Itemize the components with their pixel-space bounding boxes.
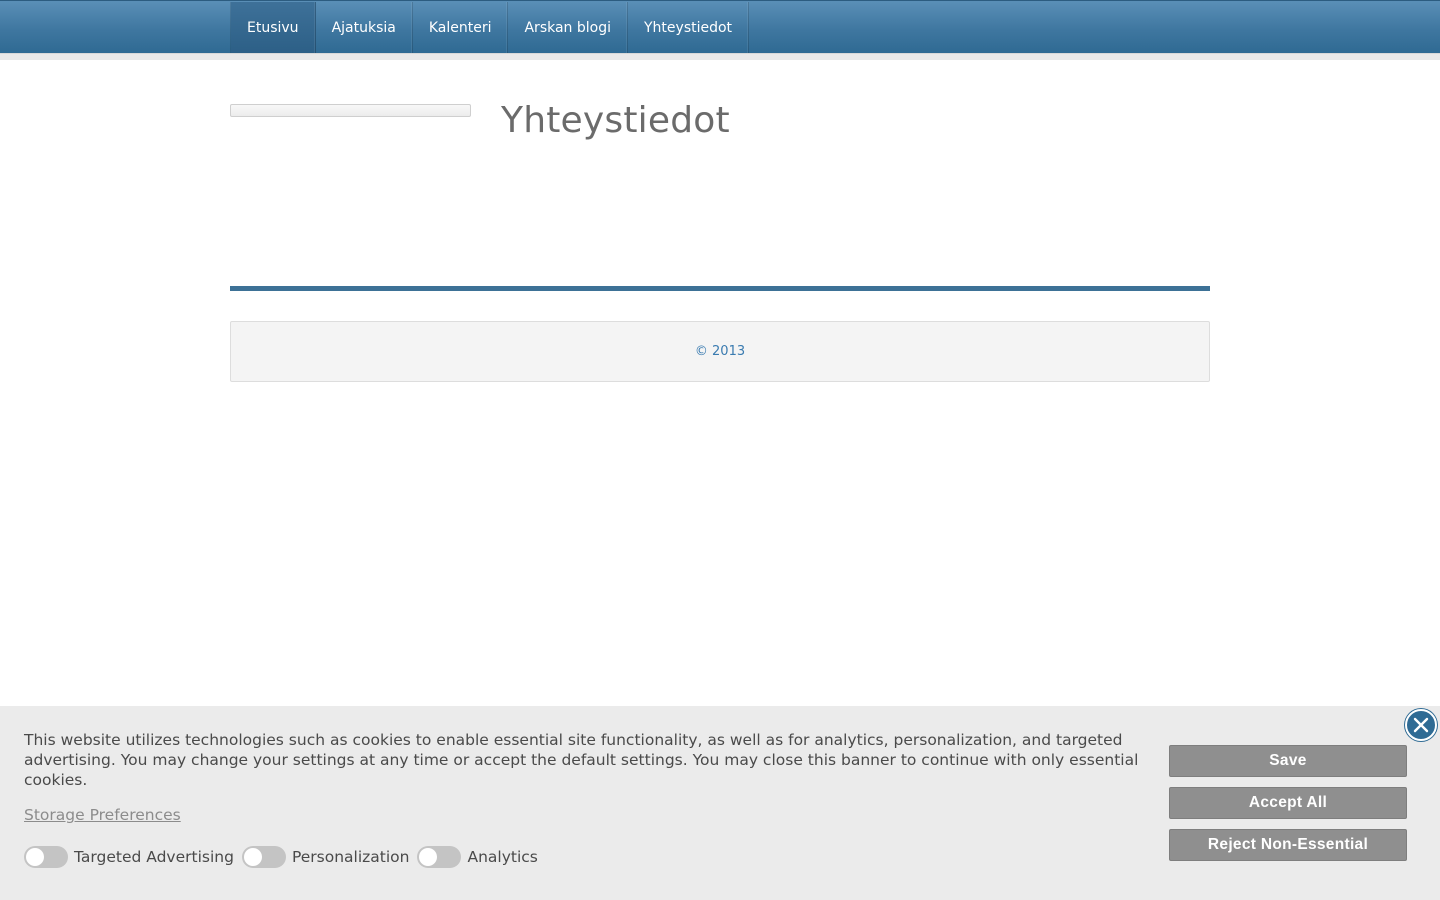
cookie-banner-text: This website utilizes technologies such … (24, 731, 1139, 789)
toggle-personalization[interactable]: Personalization (241, 846, 410, 868)
toggle-label: Personalization (291, 848, 410, 866)
cookie-toggles: Targeted Advertising Personalization Ana… (24, 845, 546, 869)
accept-all-button[interactable]: Accept All (1169, 787, 1407, 819)
save-button[interactable]: Save (1169, 745, 1407, 777)
storage-preferences-link[interactable]: Storage Preferences (24, 806, 181, 824)
nav-item-yhteystiedot[interactable]: Yhteystiedot (628, 2, 750, 54)
nav-item-ajatuksia[interactable]: Ajatuksia (316, 2, 413, 54)
targeted-advertising-switch[interactable] (24, 846, 68, 868)
top-navigation-bar: Etusivu Ajatuksia Kalenteri Arskan blogi… (0, 0, 1440, 54)
toggle-analytics[interactable]: Analytics (417, 846, 538, 868)
footer-copyright: © 2013 (694, 344, 746, 359)
nav-item-kalenteri[interactable]: Kalenteri (413, 2, 509, 54)
toggle-targeted-advertising[interactable]: Targeted Advertising (24, 846, 234, 868)
toggle-label: Targeted Advertising (74, 848, 234, 866)
reject-non-essential-button[interactable]: Reject Non-Essential (1169, 829, 1407, 861)
close-x-glyph (1413, 717, 1429, 733)
switch-knob (26, 848, 44, 866)
main-nav: Etusivu Ajatuksia Kalenteri Arskan blogi… (230, 2, 750, 54)
content-divider (230, 286, 1210, 291)
page-title: Yhteystiedot (501, 100, 730, 141)
nav-item-arskan-blogi[interactable]: Arskan blogi (508, 2, 628, 54)
cookie-banner: This website utilizes technologies such … (0, 706, 1440, 900)
analytics-switch[interactable] (417, 846, 462, 868)
footer: © 2013 (230, 321, 1210, 382)
nav-divider (0, 53, 1440, 60)
switch-knob (419, 848, 438, 866)
switch-knob (243, 848, 262, 866)
personalization-switch[interactable] (241, 846, 286, 868)
page: Etusivu Ajatuksia Kalenteri Arskan blogi… (0, 0, 1440, 900)
toggle-label: Analytics (467, 848, 538, 866)
close-icon[interactable] (1405, 709, 1437, 741)
sidebar-widget (230, 104, 471, 117)
nav-item-etusivu[interactable]: Etusivu (231, 2, 316, 54)
